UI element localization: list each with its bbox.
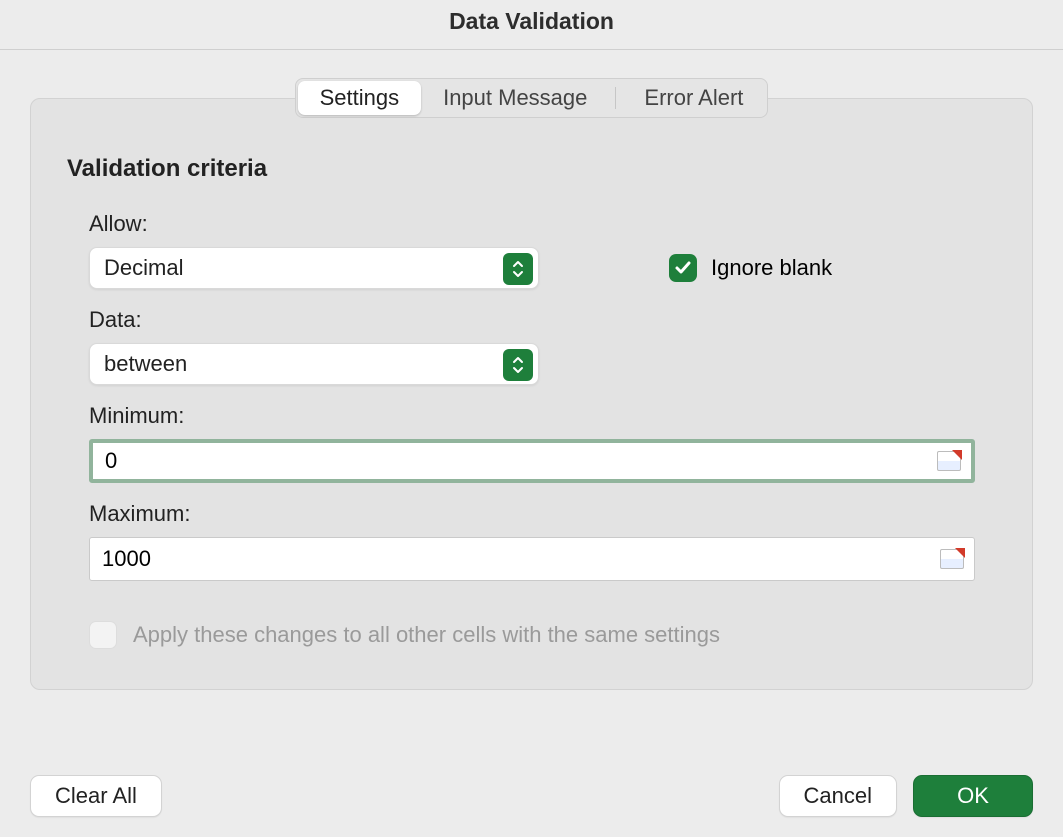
tab-error-alert[interactable]: Error Alert: [622, 81, 765, 115]
tab-settings[interactable]: Settings: [298, 81, 422, 115]
divider: [615, 87, 616, 109]
minimum-input-wrap: [89, 439, 975, 483]
tab-input-message[interactable]: Input Message: [421, 81, 609, 115]
apply-all-label: Apply these changes to all other cells w…: [133, 622, 720, 648]
apply-all-checkbox: [89, 621, 117, 649]
maximum-input-wrap: [89, 537, 975, 581]
settings-panel: Validation criteria Allow: Decimal Ignor…: [30, 98, 1033, 690]
data-select-value: between: [104, 351, 524, 377]
dialog-footer: Clear All Cancel OK: [0, 775, 1063, 817]
check-icon: [674, 259, 692, 277]
maximum-label: Maximum:: [89, 501, 1002, 527]
ok-button[interactable]: OK: [913, 775, 1033, 817]
cancel-button[interactable]: Cancel: [779, 775, 897, 817]
allow-select[interactable]: Decimal: [89, 247, 539, 289]
ignore-blank-checkbox[interactable]: [669, 254, 697, 282]
stepper-icon: [503, 349, 533, 381]
allow-select-value: Decimal: [104, 255, 524, 281]
tab-bar: Settings Input Message Error Alert: [295, 78, 769, 118]
data-select[interactable]: between: [89, 343, 539, 385]
range-picker-icon[interactable]: [937, 451, 961, 471]
stepper-icon: [503, 253, 533, 285]
ignore-blank-label: Ignore blank: [711, 255, 832, 281]
dialog-title: Data Validation: [0, 0, 1063, 49]
minimum-input[interactable]: [93, 443, 937, 479]
clear-all-button[interactable]: Clear All: [30, 775, 162, 817]
allow-label: Allow:: [89, 211, 1002, 237]
divider: [0, 49, 1063, 50]
range-picker-icon[interactable]: [940, 549, 964, 569]
data-label: Data:: [89, 307, 1002, 333]
maximum-input[interactable]: [90, 538, 940, 580]
section-heading: Validation criteria: [67, 155, 1002, 183]
minimum-label: Minimum:: [89, 403, 1002, 429]
